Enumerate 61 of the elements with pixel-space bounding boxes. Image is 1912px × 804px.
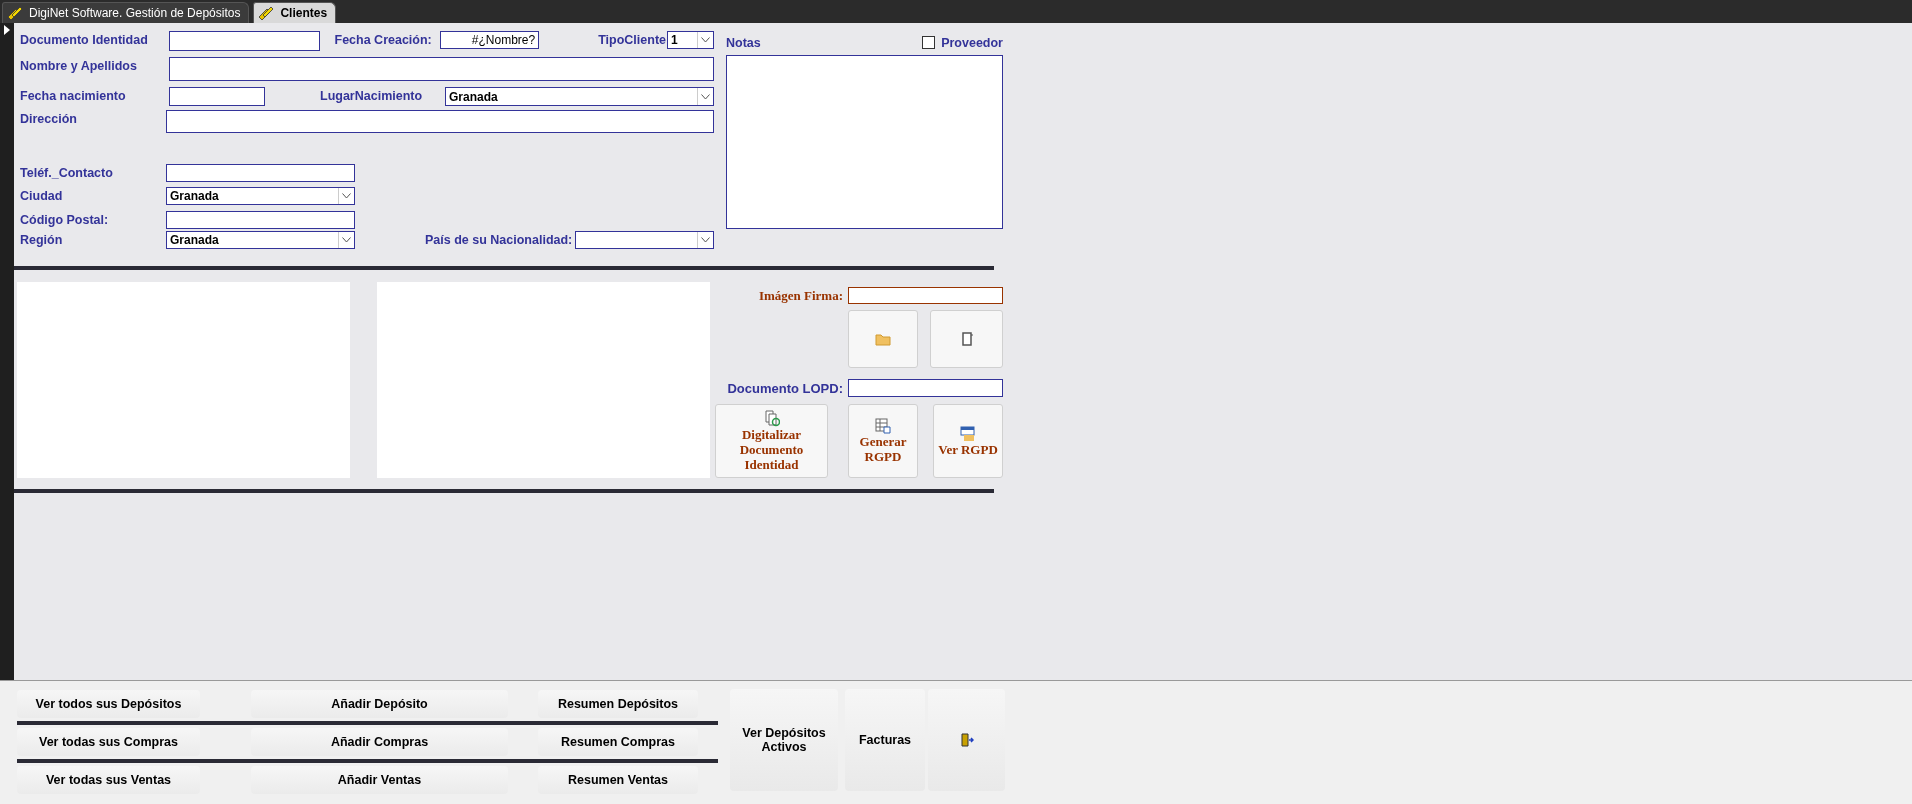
input-field[interactable]: [169, 57, 714, 81]
input-field[interactable]: [166, 211, 355, 229]
navigation-button[interactable]: Añadir Ventas: [251, 766, 508, 794]
document-action-button[interactable]: Digitalizar Documento Identidad: [715, 404, 828, 478]
field-label: Teléf._Contacto: [19, 165, 114, 180]
caret-icon: [701, 37, 710, 43]
field-label: Fecha nacimiento: [19, 88, 127, 103]
input-field[interactable]: [169, 87, 265, 106]
door-exit-icon: [959, 733, 974, 747]
arrow-icon: [3, 25, 11, 35]
caret-icon: [701, 93, 710, 100]
caret-icon: [342, 193, 351, 199]
navigation-button[interactable]: Ver todas sus Ventas: [17, 766, 200, 794]
notes-label: Notas: [726, 35, 761, 50]
input-field[interactable]: [848, 287, 1003, 304]
pencils-icon: [7, 6, 23, 20]
table-icon: [875, 418, 891, 434]
input-field[interactable]: [166, 164, 355, 182]
field-label: Documento Identidad: [19, 32, 149, 47]
folder-icon: [875, 332, 891, 346]
field-label: Imágen Firma:: [757, 287, 843, 304]
dropdown[interactable]: [575, 231, 714, 249]
field-label: Región: [19, 232, 64, 247]
navigation-button[interactable]: Resumen Ventas: [538, 766, 698, 794]
navigation-button[interactable]: Resumen Compras: [538, 728, 698, 756]
checkbox-label: Proveedor: [940, 35, 1003, 50]
field-label: Documento LOPD:: [726, 380, 843, 396]
input-field[interactable]: #¿Nombre?: [440, 31, 540, 49]
dropdown[interactable]: Granada: [445, 87, 714, 106]
action-button[interactable]: Ver Depósitos Activos: [730, 689, 838, 791]
checkbox[interactable]: [922, 35, 936, 49]
field-label: LugarNacimiento: [319, 88, 424, 103]
document-action-button[interactable]: Generar RGPD: [848, 404, 918, 478]
caret-icon: [701, 237, 710, 243]
field-label: Fecha Creación:: [333, 32, 433, 47]
tab[interactable]: DigiNet Software. Gestión de Depósitos: [2, 2, 250, 23]
document-action-button[interactable]: Ver RGPD: [933, 404, 1003, 478]
notes-field[interactable]: [726, 55, 1003, 229]
dropdown[interactable]: 1: [667, 31, 714, 49]
field-label: TipoCliente: [597, 32, 668, 47]
field-label: País de su Nacionalidad:: [424, 232, 574, 247]
caret-icon: [342, 237, 351, 243]
action-button[interactable]: Facturas: [845, 689, 925, 791]
field-label: Dirección: [19, 111, 78, 126]
field-label: Código Postal:: [19, 212, 110, 227]
navigation-button[interactable]: Añadir Depósito: [251, 690, 508, 718]
copy-refresh-icon: [763, 410, 780, 427]
input-field[interactable]: [848, 379, 1003, 397]
dropdown[interactable]: Granada: [166, 187, 355, 205]
dropdown[interactable]: Granada: [166, 231, 355, 249]
input-field[interactable]: [166, 110, 714, 133]
window-folder-icon: [960, 425, 976, 442]
tab[interactable]: Clientes: [253, 2, 337, 23]
field-label: Nombre y Apellidos: [19, 58, 138, 73]
field-label: Ciudad: [19, 188, 64, 203]
navigation-button[interactable]: Añadir Compras: [251, 728, 508, 756]
input-field[interactable]: [168, 31, 320, 51]
pencils-icon: [258, 6, 275, 20]
navigation-button[interactable]: Resumen Depósitos: [538, 690, 698, 718]
navigation-button[interactable]: Ver todas sus Compras: [17, 728, 200, 756]
navigation-button[interactable]: Ver todos sus Depósitos: [17, 690, 200, 718]
